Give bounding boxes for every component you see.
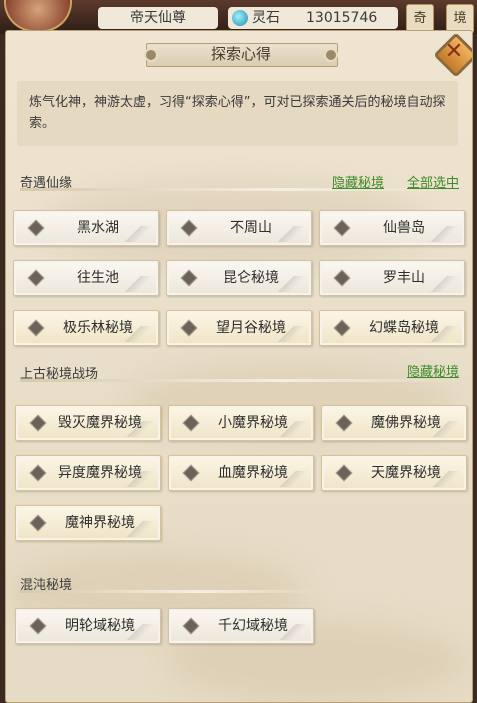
realm-button[interactable]: 魔神界秘境 [15, 505, 161, 541]
mountain-icon [273, 624, 307, 640]
description-box: 炼气化神，神游太虚，习得“探索心得”，可对已探索通关后的秘境自动探索。 [17, 81, 458, 146]
player-name: 帝天仙尊 [98, 7, 218, 29]
spirit-stone-counter: 灵石 13015746 [228, 7, 398, 29]
panel-title-banner: 探索心得 [144, 40, 338, 68]
panel-title: 探索心得 [210, 45, 271, 63]
realm-button[interactable]: 异度魔界秘境 [15, 455, 161, 491]
realm-button[interactable]: 幻蝶岛秘境 [319, 310, 465, 346]
spirit-stone-icon [232, 10, 248, 26]
mountain-icon [271, 276, 305, 292]
mountain-icon [271, 326, 305, 342]
close-button[interactable]: ✕ [433, 32, 472, 78]
mountain-icon [424, 226, 458, 242]
section-title-qiyu: 奇遇仙缘 [20, 176, 73, 191]
section-divider [20, 188, 460, 191]
realm-button[interactable]: 小魔界秘境 [168, 405, 314, 441]
section-divider [20, 590, 320, 593]
realm-button[interactable]: 极乐林秘境 [13, 310, 159, 346]
mountain-icon [426, 471, 460, 487]
realm-button[interactable]: 毁灭魔界秘境 [15, 405, 161, 441]
spirit-stone-value: 13015746 [306, 10, 378, 26]
mountain-icon [120, 521, 154, 537]
realm-button[interactable]: 明轮域秘境 [15, 608, 161, 644]
mountain-icon [426, 421, 460, 437]
realm-button[interactable]: 魔佛界秘境 [321, 405, 467, 441]
section-title-chaos: 混沌秘境 [20, 578, 73, 593]
realm-button[interactable]: 罗丰山 [319, 260, 465, 296]
realm-button[interactable]: 望月谷秘境 [166, 310, 312, 346]
mountain-icon [273, 421, 307, 437]
mountain-icon [120, 421, 154, 437]
realm-button[interactable]: 往生池 [13, 260, 159, 296]
close-icon: ✕ [444, 39, 464, 64]
realm-button[interactable]: 仙兽岛 [319, 210, 465, 246]
mountain-icon [271, 226, 305, 242]
realm-button[interactable]: 不周山 [166, 210, 312, 246]
mountain-icon [424, 276, 458, 292]
mountain-icon [118, 276, 152, 292]
explore-insight-panel: 探索心得 ✕ 炼气化神，神游太虚，习得“探索心得”，可对已探索通关后的秘境自动探… [5, 30, 473, 703]
description-text: 炼气化神，神游太虚，习得“探索心得”，可对已探索通关后的秘境自动探索。 [29, 95, 446, 131]
mountain-icon [120, 471, 154, 487]
mountain-icon [273, 471, 307, 487]
realm-button[interactable]: 黑水湖 [13, 210, 159, 246]
section-divider [20, 379, 460, 382]
select-all-link[interactable]: 全部选中 [407, 173, 459, 195]
realm-button[interactable]: 昆仑秘境 [166, 260, 312, 296]
top-status-bar: 帝天仙尊 灵石 13015746 奇 境 [0, 0, 477, 34]
mountain-icon [424, 326, 458, 342]
mountain-icon [118, 226, 152, 242]
mountain-icon [120, 624, 154, 640]
section-title-ancient: 上古秘境战场 [20, 367, 99, 382]
realm-button[interactable]: 天魔界秘境 [321, 455, 467, 491]
realm-button[interactable]: 千幻域秘境 [168, 608, 314, 644]
realm-button[interactable]: 血魔界秘境 [168, 455, 314, 491]
hide-realms-link-ancient[interactable]: 隐藏秘境 [407, 362, 459, 384]
player-avatar[interactable] [4, 0, 72, 32]
hide-realms-link-qiyu[interactable]: 隐藏秘境 [332, 173, 384, 195]
mountain-icon [118, 326, 152, 342]
spirit-stone-label: 灵石 [252, 10, 280, 26]
